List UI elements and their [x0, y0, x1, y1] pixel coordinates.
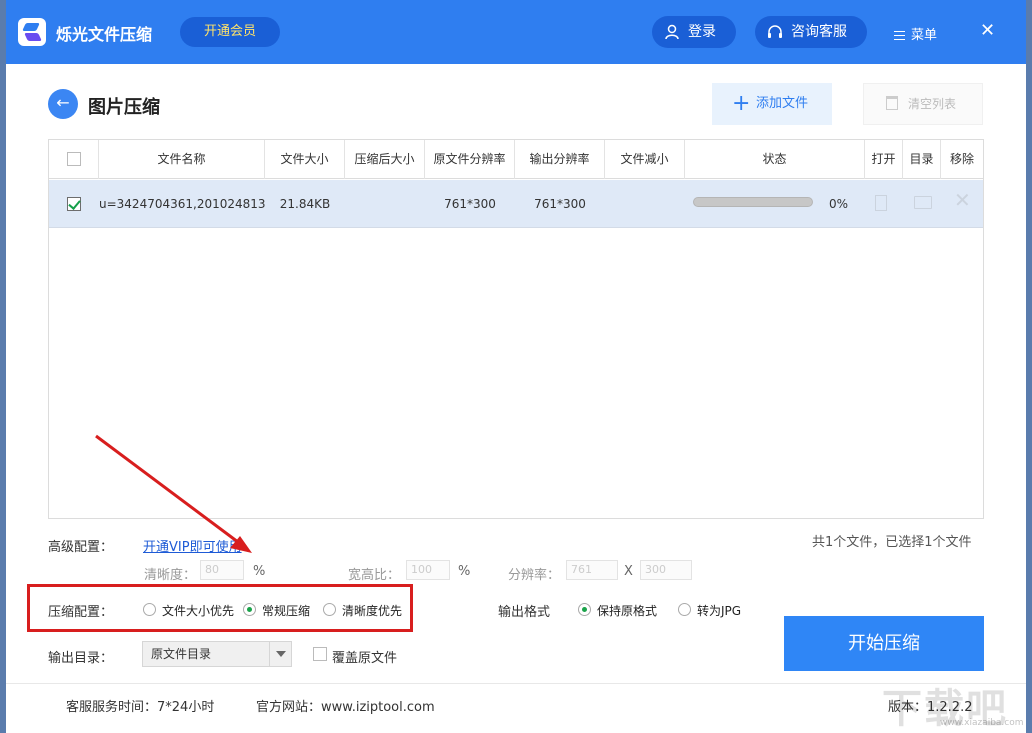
open-folder-icon[interactable]	[914, 196, 932, 209]
start-compress-button[interactable]: 开始压缩	[784, 616, 984, 671]
output-dir-value: 原文件目录	[151, 647, 212, 661]
open-file-icon[interactable]	[875, 195, 887, 211]
service-hours: 客服服务时间：7*24小时	[66, 700, 215, 715]
title-bar: 烁光文件压缩 开通会员 登录 咨询客服 菜单 ✕	[6, 0, 1026, 64]
overwrite-checkbox[interactable]	[313, 647, 327, 661]
watermark-url: www.xiazaiba.com	[940, 718, 1024, 728]
open-vip-button[interactable]: 开通会员	[180, 17, 280, 47]
footer: 客服服务时间：7*24小时 官方网站：www.iziptool.com 版本：1…	[6, 683, 1026, 733]
clarity-input[interactable]: 80	[200, 560, 244, 580]
output-format-label: 输出格式	[498, 605, 551, 620]
output-dir-label: 输出目录：	[48, 651, 114, 666]
radio-to-jpg-label[interactable]: 转为JPG	[697, 602, 741, 619]
col-remove: 移除	[949, 152, 974, 166]
overwrite-label[interactable]: 覆盖原文件	[332, 647, 397, 666]
file-table: 文件名称 文件大小 压缩后大小 原文件分辨率 输出分辨率 文件减小 状态 打开 …	[48, 139, 984, 519]
col-file-name[interactable]: 文件名称	[99, 140, 265, 179]
add-file-button[interactable]: + 添加文件	[712, 83, 832, 125]
login-button[interactable]: 登录	[652, 16, 736, 48]
user-icon	[665, 24, 679, 40]
col-open: 打开	[865, 140, 903, 179]
advanced-config-label: 高级配置：	[48, 540, 114, 555]
open-vip-link[interactable]: 开通VIP即可使用	[143, 536, 242, 555]
remove-row-icon[interactable]: ✕	[954, 190, 971, 210]
back-button[interactable]: ←	[48, 89, 78, 119]
radio-keep-format-label[interactable]: 保持原格式	[597, 602, 657, 619]
row-compressed-size	[345, 180, 425, 228]
add-file-label: 添加文件	[756, 96, 809, 111]
header-select-all-cell	[49, 140, 99, 179]
col-out-resolution[interactable]: 输出分辨率	[515, 140, 605, 179]
page-title: 图片压缩	[88, 97, 160, 118]
row-file-size: 21.84KB	[279, 197, 331, 211]
col-file-size[interactable]: 文件大小	[265, 140, 345, 179]
clear-list-label: 清空列表	[908, 97, 957, 111]
col-orig-resolution[interactable]: 原文件分辨率	[425, 140, 515, 179]
file-count-text: 共1个文件，已选择1个文件	[812, 535, 972, 550]
customer-service-button[interactable]: 咨询客服	[755, 16, 867, 48]
close-window-button[interactable]: ✕	[980, 20, 995, 41]
resolution-x: X	[624, 564, 633, 579]
resolution-label: 分辨率：	[508, 568, 561, 583]
row-checkbox[interactable]	[67, 197, 81, 211]
menu-label: 菜单	[911, 28, 938, 43]
resolution-width-input[interactable]: 761	[566, 560, 618, 580]
radio-to-jpg[interactable]	[678, 603, 691, 616]
login-label: 登录	[688, 24, 716, 40]
row-reduced	[605, 180, 685, 228]
app-window: 烁光文件压缩 开通会员 登录 咨询客服 菜单 ✕ ← 图片压缩 + 添加文件 清…	[6, 0, 1026, 733]
row-progress-percent: 0%	[829, 197, 849, 211]
col-reduced[interactable]: 文件减小	[605, 140, 685, 179]
resolution-height-input[interactable]: 300	[640, 560, 692, 580]
plus-icon: +	[732, 91, 751, 116]
row-progress-bar	[693, 197, 813, 207]
table-header: 文件名称 文件大小 压缩后大小 原文件分辨率 输出分辨率 文件减小 状态 打开 …	[49, 140, 983, 179]
col-status[interactable]: 状态	[685, 140, 865, 179]
ratio-input[interactable]: 100	[406, 560, 450, 580]
app-logo-icon	[18, 18, 46, 46]
website-link[interactable]: 官方网站：www.iziptool.com	[256, 696, 435, 715]
clear-list-button[interactable]: 清空列表	[863, 83, 983, 125]
ratio-unit: %	[458, 564, 471, 579]
headset-icon	[768, 25, 782, 38]
annotation-highlight-box	[27, 584, 413, 632]
clarity-label: 清晰度：	[144, 568, 197, 583]
trash-icon	[886, 96, 898, 110]
row-file-name: u=3424704361,201024813...	[99, 197, 265, 211]
col-directory: 目录	[903, 140, 941, 179]
menu-icon	[894, 31, 905, 40]
row-out-resolution: 761*300	[534, 197, 586, 211]
service-label: 咨询客服	[791, 24, 847, 40]
row-orig-resolution: 761*300	[444, 197, 496, 211]
clarity-unit: %	[253, 564, 266, 579]
app-title: 烁光文件压缩	[56, 25, 153, 44]
radio-keep-format[interactable]	[578, 603, 591, 616]
select-all-checkbox[interactable]	[67, 152, 81, 166]
menu-button[interactable]: 菜单	[894, 24, 937, 43]
ratio-label: 宽高比：	[348, 568, 401, 583]
chevron-down-icon	[269, 642, 291, 666]
output-dir-select[interactable]: 原文件目录	[142, 641, 292, 667]
col-compressed-size[interactable]: 压缩后大小	[345, 140, 425, 179]
